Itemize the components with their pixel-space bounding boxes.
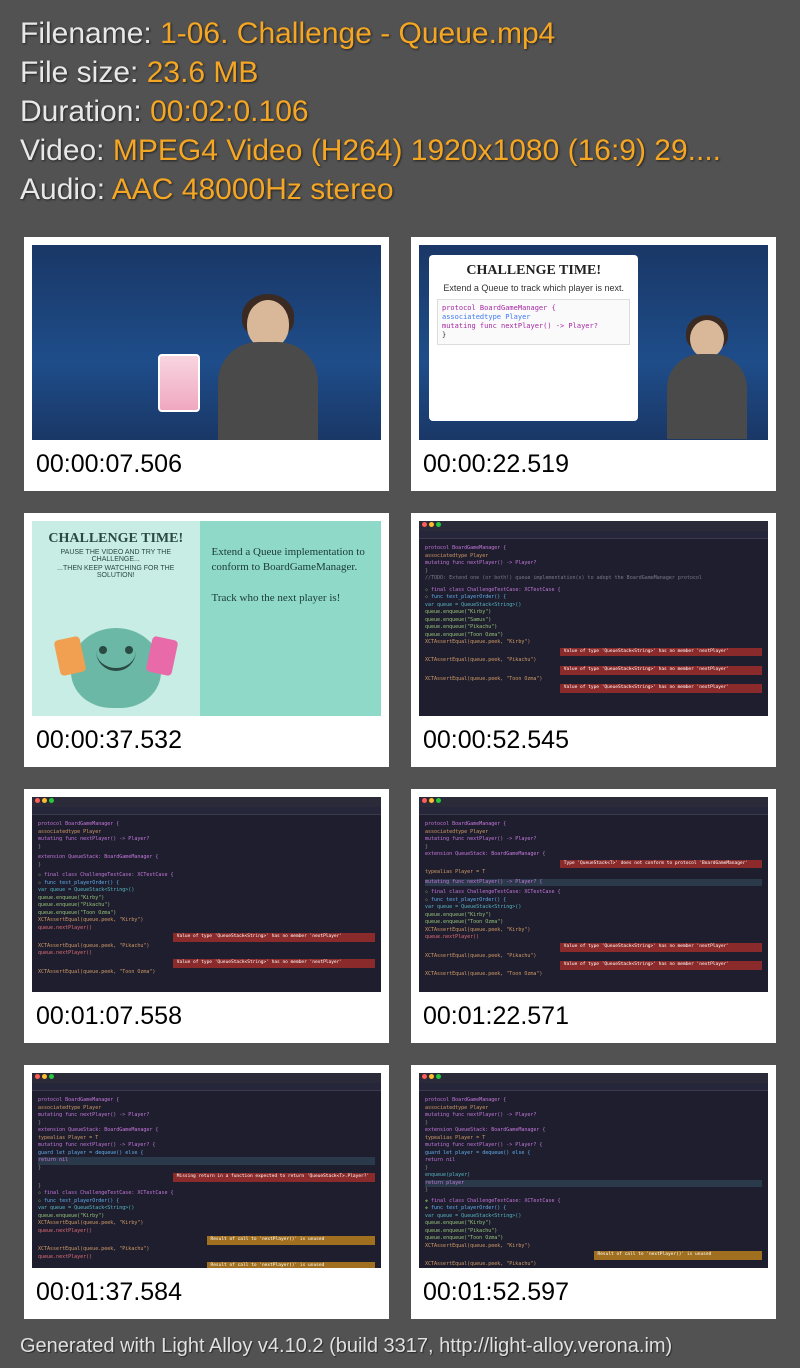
thumbnail-timestamp: 00:00:37.532: [32, 716, 381, 759]
slide-title: CHALLENGE TIME!: [437, 263, 630, 279]
mascot-icon: [71, 628, 161, 708]
slide-sub1: PAUSE THE VIDEO AND TRY THE CHALLENGE...: [38, 549, 194, 563]
filesize-value: 23.6 MB: [147, 56, 259, 89]
slide-sub2: ...THEN KEEP WATCHING FOR THE SOLUTION!: [38, 565, 194, 579]
xcode-toolbar: [419, 521, 768, 531]
product-box-icon: [158, 354, 200, 412]
error-indicator: Value of type 'QueueStack<String>' has n…: [560, 684, 762, 693]
xcode-tabbar: [32, 1083, 381, 1091]
presenter-figure: [218, 290, 318, 440]
xcode-tabbar: [419, 531, 768, 539]
presenter-figure: [667, 310, 747, 440]
error-indicator: Value of type 'QueueStack<String>' has n…: [560, 943, 762, 952]
thumbnail-timestamp: 00:00:52.545: [419, 716, 768, 759]
info-video: Video: MPEG4 Video (H264) 1920x1080 (16:…: [20, 131, 780, 170]
thumbnail-image: protocol BoardGameManager { associatedty…: [419, 797, 768, 992]
filesize-label: File size:: [20, 56, 147, 89]
footer-credit: Generated with Light Alloy v4.10.2 (buil…: [0, 1327, 800, 1366]
info-audio: Audio: AAC 48000Hz stereo: [20, 170, 780, 209]
audio-value: AAC 48000Hz stereo: [112, 173, 394, 206]
filename-value: 1-06. Challenge - Queue.mp4: [160, 17, 555, 50]
error-indicator: Missing return in a function expected to…: [173, 1173, 375, 1182]
filename-label: Filename:: [20, 17, 160, 50]
thumbnail-card[interactable]: protocol BoardGameManager { associatedty…: [411, 513, 776, 767]
thumbnail-image: protocol BoardGameManager { associatedty…: [32, 1073, 381, 1268]
xcode-toolbar: [419, 797, 768, 807]
thumbnail-image: protocol BoardGameManager { associatedty…: [419, 1073, 768, 1268]
thumbnail-card[interactable]: CHALLENGE TIME! Extend a Queue to track …: [411, 237, 776, 491]
thumbnail-card[interactable]: CHALLENGE TIME! PAUSE THE VIDEO AND TRY …: [24, 513, 389, 767]
thumbnail-image: CHALLENGE TIME! Extend a Queue to track …: [419, 245, 768, 440]
error-indicator: Value of type 'QueueStack<String>' has n…: [560, 666, 762, 675]
challenge-mascot-panel: CHALLENGE TIME! PAUSE THE VIDEO AND TRY …: [32, 521, 200, 716]
slide-title: CHALLENGE TIME!: [38, 531, 194, 547]
xcode-tabbar: [419, 807, 768, 815]
error-indicator: Value of type 'QueueStack<String>' has n…: [560, 961, 762, 970]
thumbnail-timestamp: 00:01:22.571: [419, 992, 768, 1035]
thumbnail-grid: 00:00:07.506 CHALLENGE TIME! Extend a Qu…: [0, 219, 800, 1327]
info-filename: Filename: 1-06. Challenge - Queue.mp4: [20, 14, 780, 53]
thumbnail-card[interactable]: protocol BoardGameManager { associatedty…: [411, 1065, 776, 1319]
slide-subtitle: Extend a Queue to track which player is …: [437, 283, 630, 293]
error-indicator: Value of type 'QueueStack<String>' has n…: [173, 959, 375, 968]
challenge-slide: CHALLENGE TIME! Extend a Queue to track …: [429, 255, 638, 421]
audio-label: Audio:: [20, 173, 112, 206]
challenge-text-panel: Extend a Queue implementation to conform…: [200, 521, 381, 716]
duration-value: 00:02:0.106: [150, 95, 308, 128]
xcode-toolbar: [32, 797, 381, 807]
file-info-panel: Filename: 1-06. Challenge - Queue.mp4 Fi…: [0, 0, 800, 219]
thumbnail-timestamp: 00:01:37.584: [32, 1268, 381, 1311]
thumbnail-card[interactable]: protocol BoardGameManager { associatedty…: [24, 1065, 389, 1319]
thumbnail-card[interactable]: protocol BoardGameManager { associatedty…: [411, 789, 776, 1043]
xcode-toolbar: [32, 1073, 381, 1083]
error-indicator: Value of type 'QueueStack<String>' has n…: [173, 933, 375, 942]
video-label: Video:: [20, 134, 113, 167]
challenge-text2: Track who the next player is!: [212, 591, 369, 606]
thumbnail-image: CHALLENGE TIME! PAUSE THE VIDEO AND TRY …: [32, 521, 381, 716]
thumbnail-timestamp: 00:00:07.506: [32, 440, 381, 483]
error-indicator: Value of type 'QueueStack<String>' has n…: [560, 648, 762, 657]
video-value: MPEG4 Video (H264) 1920x1080 (16:9) 29..…: [113, 134, 721, 167]
thumbnail-timestamp: 00:01:07.558: [32, 992, 381, 1035]
challenge-text1: Extend a Queue implementation to conform…: [212, 545, 369, 576]
warning-indicator: Result of call to 'nextPlayer()' is unus…: [207, 1236, 376, 1245]
warning-indicator: Result of call to 'nextPlayer()' is unus…: [594, 1251, 763, 1260]
info-filesize: File size: 23.6 MB: [20, 53, 780, 92]
info-duration: Duration: 00:02:0.106: [20, 92, 780, 131]
duration-label: Duration:: [20, 95, 150, 128]
thumbnail-timestamp: 00:01:52.597: [419, 1268, 768, 1311]
xcode-tabbar: [419, 1083, 768, 1091]
thumbnail-image: [32, 245, 381, 440]
thumbnail-image: protocol BoardGameManager { associatedty…: [419, 521, 768, 716]
thumbnail-card[interactable]: protocol BoardGameManager { associatedty…: [24, 789, 389, 1043]
thumbnail-card[interactable]: 00:00:07.506: [24, 237, 389, 491]
xcode-toolbar: [419, 1073, 768, 1083]
code-snippet: protocol BoardGameManager { associatedty…: [437, 299, 630, 345]
xcode-tabbar: [32, 807, 381, 815]
error-indicator: Type 'QueueStack<T>' does not conform to…: [560, 860, 762, 869]
thumbnail-image: protocol BoardGameManager { associatedty…: [32, 797, 381, 992]
thumbnail-timestamp: 00:00:22.519: [419, 440, 768, 483]
warning-indicator: Result of call to 'nextPlayer()' is unus…: [207, 1262, 376, 1268]
